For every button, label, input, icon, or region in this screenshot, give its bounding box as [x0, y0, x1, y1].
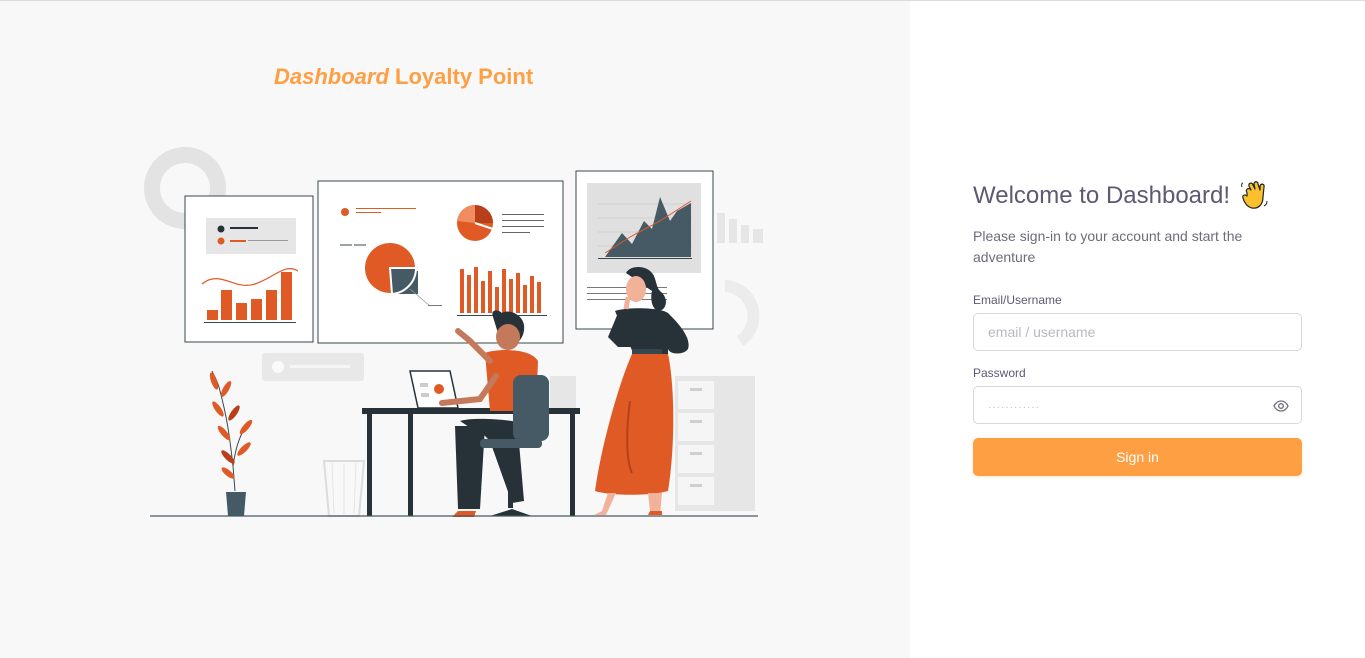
sign-in-button[interactable]: Sign in [973, 438, 1302, 476]
welcome-heading: Welcome to Dashboard! [973, 181, 1268, 211]
welcome-subtitle: Please sign-in to your account and start… [973, 228, 1243, 265]
password-label: Password [973, 366, 1026, 380]
eye-icon[interactable] [1273, 398, 1289, 414]
illustration-panel: Dashboard Loyalty Point [0, 1, 910, 658]
login-panel: Welcome to Dashboard! Please sign-in to … [910, 1, 1365, 658]
brand-title-rest: Loyalty Point [395, 64, 534, 89]
welcome-title: Welcome to Dashboard! [973, 182, 1231, 209]
email-input[interactable] [974, 314, 1301, 350]
brand-title: Dashboard Loyalty Point [274, 64, 533, 90]
password-input[interactable] [974, 387, 1301, 423]
plant-pot-shape [226, 492, 246, 516]
analytics-team-illustration [144, 147, 763, 517]
chair-shape [513, 375, 549, 441]
email-label: Email/Username [973, 293, 1062, 307]
brand-title-italic: Dashboard [274, 64, 389, 89]
waving-hand-icon [1241, 181, 1268, 209]
email-field-wrapper [973, 313, 1302, 351]
chart-board-center [317, 180, 564, 344]
password-field-wrapper [973, 386, 1302, 424]
